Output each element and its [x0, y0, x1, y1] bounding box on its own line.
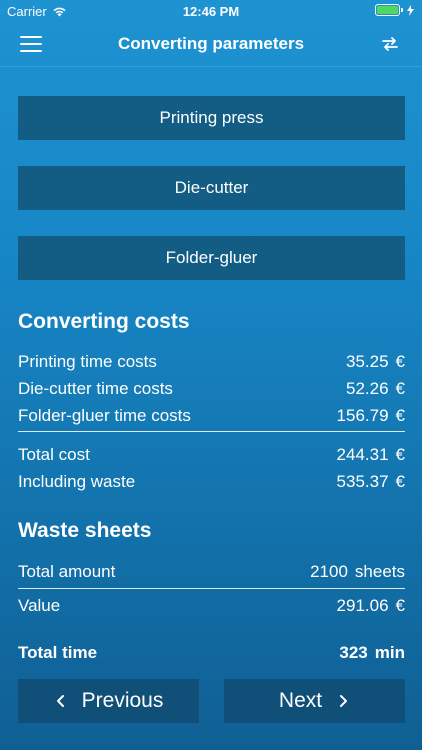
waste-divider	[18, 588, 405, 589]
chevron-right-icon	[340, 695, 348, 707]
printing-press-button[interactable]: Printing press	[18, 96, 405, 140]
row-label: Value	[18, 595, 61, 615]
swap-arrows-icon	[382, 37, 398, 51]
row-value: 535.37 €	[336, 471, 405, 491]
printing-time-costs-row: Printing time costs 35.25 €	[18, 348, 405, 375]
row-label: Folder-gluer time costs	[18, 405, 191, 425]
costs-divider	[18, 431, 405, 432]
next-button[interactable]: Next	[224, 679, 405, 723]
row-label: Total cost	[18, 444, 90, 464]
row-value: 291.06 €	[336, 595, 405, 615]
row-label: Printing time costs	[18, 351, 157, 371]
status-right	[375, 4, 414, 16]
row-value: 2100 sheets	[310, 561, 405, 581]
row-value: 156.79 €	[336, 405, 405, 425]
swap-button[interactable]	[380, 34, 400, 54]
row-value: 244.31 €	[336, 444, 405, 464]
waste-sheets-title: Waste sheets	[18, 519, 152, 542]
nav-divider	[0, 66, 422, 67]
folder-gluer-button[interactable]: Folder-gluer	[18, 236, 405, 280]
charging-icon	[407, 4, 414, 16]
including-waste-row: Including waste 535.37 €	[18, 468, 405, 495]
row-label: Total amount	[18, 561, 116, 581]
row-label: Total time	[18, 642, 98, 662]
chevron-left-icon	[56, 695, 64, 707]
previous-button[interactable]: Previous	[18, 679, 199, 723]
row-label: Including waste	[18, 471, 136, 491]
menu-button[interactable]	[20, 36, 42, 52]
die-cutter-time-costs-row: Die-cutter time costs 52.26 €	[18, 375, 405, 402]
next-label: Next	[278, 689, 323, 712]
die-cutter-button[interactable]: Die-cutter	[18, 166, 405, 210]
row-value: 52.26 €	[345, 378, 405, 398]
nav-bar: Converting parameters	[0, 22, 422, 66]
folder-gluer-time-costs-row: Folder-gluer time costs 156.79 €	[18, 402, 405, 429]
battery-icon	[375, 4, 403, 16]
waste-value-row: Value 291.06 €	[18, 592, 405, 619]
total-amount-row: Total amount 2100 sheets	[18, 558, 405, 585]
total-cost-row: Total cost 244.31 €	[18, 441, 405, 468]
hamburger-icon	[20, 36, 42, 38]
row-value: 323 min	[339, 642, 405, 662]
row-label: Die-cutter time costs	[18, 378, 173, 398]
converting-costs-title: Converting costs	[18, 310, 190, 333]
row-value: 35.25 €	[345, 351, 405, 371]
status-time: 12:46 PM	[182, 4, 240, 19]
previous-label: Previous	[81, 689, 164, 712]
status-bar: Carrier 12:46 PM	[0, 0, 422, 22]
page-title: Converting parameters	[117, 34, 305, 53]
total-time-row: Total time 323 min	[18, 639, 405, 666]
